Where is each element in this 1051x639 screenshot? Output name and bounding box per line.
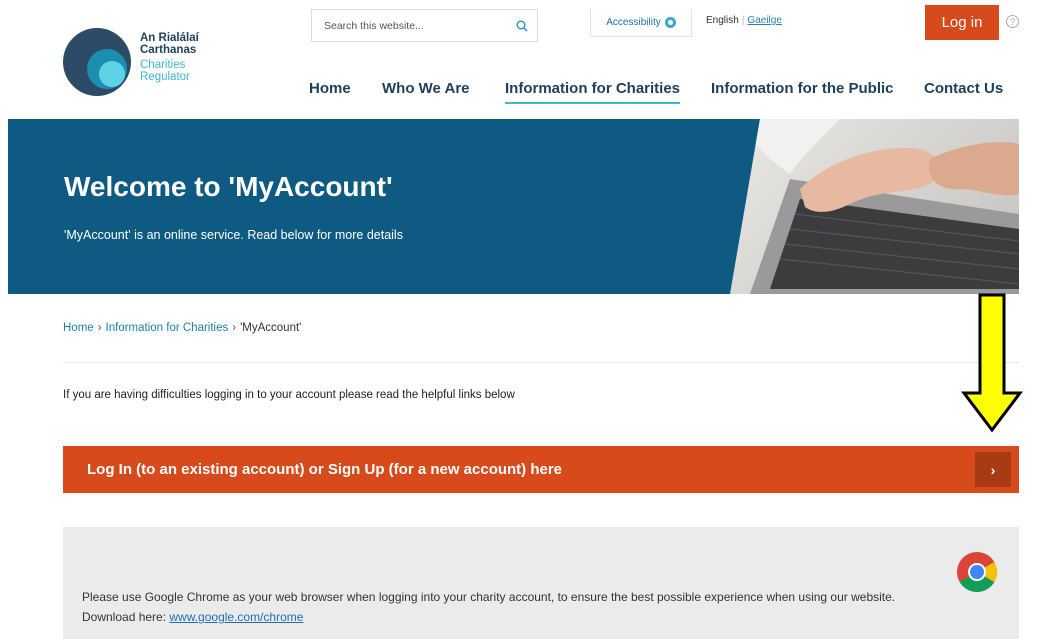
search-input[interactable] bbox=[312, 10, 507, 41]
lang-separator: | bbox=[741, 15, 745, 26]
accessibility-link[interactable]: Accessibility bbox=[590, 9, 692, 37]
nav-contact-us[interactable]: Contact Us bbox=[924, 80, 1003, 102]
chrome-download-link[interactable]: www.google.com/chrome bbox=[169, 610, 303, 624]
intro-text: If you are having difficulties logging i… bbox=[63, 389, 515, 401]
hero-subtitle: 'MyAccount' is an online service. Read b… bbox=[64, 228, 403, 242]
hero-banner: Welcome to 'MyAccount' 'MyAccount' is an… bbox=[8, 119, 1019, 294]
divider bbox=[63, 362, 1019, 363]
login-button[interactable]: Log in bbox=[925, 5, 999, 40]
breadcrumb-separator: › bbox=[232, 322, 237, 334]
language-switcher: English | Gaeilge bbox=[706, 15, 782, 26]
logo-text[interactable]: An Rialálaí Carthanas Charities Regulato… bbox=[140, 32, 250, 83]
hero-title: Welcome to 'MyAccount' bbox=[64, 171, 393, 202]
logo-english-line2: Regulator bbox=[140, 71, 190, 83]
chevron-right-icon[interactable]: › bbox=[975, 452, 1011, 487]
nav-who-we-are[interactable]: Who We Are bbox=[382, 80, 470, 102]
cta-label: Log In (to an existing account) or Sign … bbox=[87, 461, 563, 478]
annotation-arrow-icon bbox=[961, 293, 1023, 433]
login-signup-cta[interactable]: Log In (to an existing account) or Sign … bbox=[63, 446, 1019, 493]
hero-laptop-photo bbox=[730, 119, 1019, 294]
breadcrumb-information-for-charities[interactable]: Information for Charities bbox=[106, 322, 229, 334]
chrome-notice: Please use Google Chrome as your web bro… bbox=[63, 527, 1019, 639]
charities-regulator-logo[interactable] bbox=[63, 28, 131, 96]
search-box bbox=[311, 9, 538, 42]
help-icon[interactable]: ? bbox=[1006, 15, 1019, 28]
breadcrumb: Home › Information for Charities › 'MyAccoun… bbox=[63, 322, 301, 334]
breadcrumb-home[interactable]: Home bbox=[63, 322, 94, 334]
nav-information-for-the-public[interactable]: Information for the Public bbox=[711, 80, 894, 102]
breadcrumb-separator: › bbox=[97, 322, 102, 334]
nav-information-for-charities[interactable]: Information for Charities bbox=[505, 80, 681, 104]
nav-home[interactable]: Home bbox=[309, 80, 351, 102]
accessibility-label: Accessibility bbox=[606, 17, 661, 28]
lang-gaeilge-link[interactable]: Gaeilge bbox=[747, 15, 781, 26]
accessibility-icon bbox=[664, 17, 676, 28]
breadcrumb-current: 'MyAccount' bbox=[240, 322, 302, 334]
logo-irish-line2: Carthanas bbox=[140, 44, 197, 56]
lang-english[interactable]: English bbox=[706, 15, 739, 26]
search-icon[interactable] bbox=[507, 11, 537, 41]
logo-english-line1: Charities bbox=[140, 59, 186, 71]
logo-irish-line1: An Rialálaí bbox=[140, 32, 199, 44]
chrome-notice-text: Please use Google Chrome as your web bro… bbox=[82, 587, 902, 627]
chrome-icon bbox=[957, 552, 997, 592]
